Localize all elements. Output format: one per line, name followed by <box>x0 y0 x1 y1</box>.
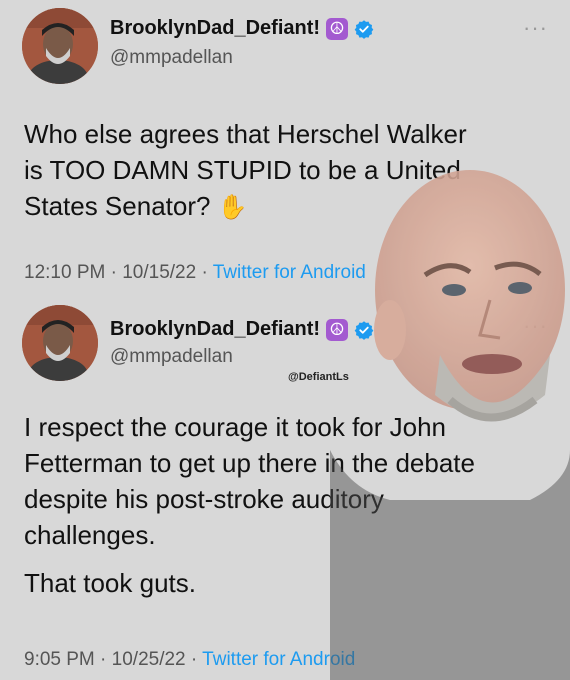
tweet-source-link[interactable]: Twitter for Android <box>202 649 355 670</box>
tweet-time[interactable]: 9:05 PM <box>24 649 95 670</box>
tweet-text: Who else agrees that Herschel Walker is … <box>24 116 554 238</box>
tweet-meta: 12:10 PM · 10/15/22 · Twitter for Androi… <box>24 262 366 284</box>
meta-separator: · <box>196 262 213 283</box>
handle[interactable]: @mmpadellan <box>110 346 233 368</box>
verified-icon <box>354 320 374 340</box>
avatar-image <box>22 8 98 84</box>
tweet-card: BrooklynDad_Defiant! ☮ @mmpadellan ··· I… <box>0 305 570 680</box>
more-options-icon[interactable]: ··· <box>523 313 548 339</box>
peace-icon: ☮ <box>326 318 349 341</box>
meta-separator: · <box>94 649 112 670</box>
avatar[interactable] <box>22 305 98 381</box>
tweet-meta: 9:05 PM · 10/25/22 · Twitter for Android <box>24 649 355 671</box>
tweet-time[interactable]: 12:10 PM <box>24 262 105 283</box>
display-name[interactable]: BrooklynDad_Defiant! <box>110 17 320 40</box>
author-row: BrooklynDad_Defiant! ☮ <box>110 318 374 341</box>
avatar-image <box>22 305 98 381</box>
tweet-paragraph: I respect the courage it took for John F… <box>24 412 475 550</box>
display-name[interactable]: BrooklynDad_Defiant! <box>110 318 320 341</box>
peace-icon: ☮ <box>326 17 349 40</box>
handle[interactable]: @mmpadellan <box>110 47 233 69</box>
watermark: @DefiantLs <box>288 371 349 383</box>
raised-hand-icon: ✋ <box>217 194 248 221</box>
tweet-screenshot: BrooklynDad_Defiant! ☮ @mmpadellan ··· W… <box>0 0 570 680</box>
tweet-source-link[interactable]: Twitter for Android <box>213 262 366 283</box>
tweet-text: I respect the courage it took for John F… <box>24 409 554 613</box>
verified-icon <box>354 19 374 39</box>
more-options-icon[interactable]: ··· <box>523 15 548 41</box>
author-row: BrooklynDad_Defiant! ☮ <box>110 17 374 40</box>
tweet-date[interactable]: 10/15/22 <box>122 262 196 283</box>
tweet-paragraph: That took guts. <box>24 568 196 598</box>
tweet-date[interactable]: 10/25/22 <box>112 649 186 670</box>
meta-separator: · <box>185 649 203 670</box>
tweet-card: BrooklynDad_Defiant! ☮ @mmpadellan ··· W… <box>0 0 570 305</box>
avatar[interactable] <box>22 8 98 84</box>
meta-separator: · <box>105 262 123 283</box>
